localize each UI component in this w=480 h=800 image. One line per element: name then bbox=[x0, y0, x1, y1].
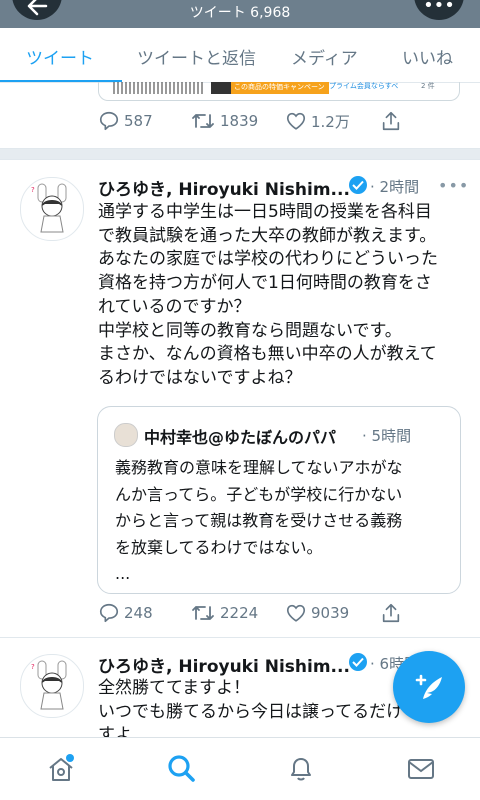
quoted-text: 義務教育の意味を理解してないアホがな んか言ってら。子どもが学校に行かない から… bbox=[115, 455, 403, 588]
compose-tweet-button[interactable] bbox=[393, 651, 465, 723]
quoted-text-line: からと言って親は教育を受けさせる義務 bbox=[115, 511, 403, 530]
tab-likes[interactable]: いいね bbox=[402, 44, 453, 69]
reply-count: 587 bbox=[124, 112, 153, 130]
author-name[interactable]: ひろゆき, Hiroyuki Nishim... bbox=[98, 175, 350, 200]
compose-feather-icon bbox=[415, 674, 442, 699]
more-dots-icon: ••• bbox=[423, 0, 455, 16]
bell-icon bbox=[291, 758, 311, 781]
reply-button[interactable]: 587 bbox=[98, 110, 153, 132]
reply-icon bbox=[99, 111, 119, 131]
home-icon bbox=[49, 754, 74, 781]
like-count: 1.2万 bbox=[311, 112, 350, 131]
retweet-count: 1839 bbox=[220, 112, 259, 130]
avatar-illustration-icon: ? bbox=[31, 183, 67, 233]
reply-button[interactable]: 248 bbox=[98, 602, 153, 624]
card-banner: この商品の特価キャンペーン bbox=[231, 82, 329, 94]
retweet-icon bbox=[192, 606, 214, 620]
heart-icon bbox=[286, 112, 306, 130]
messages-tab[interactable] bbox=[406, 754, 436, 784]
reply-icon bbox=[99, 603, 119, 623]
tweet-text-line: で教員試験を通った大卒の教師が教えます。 bbox=[98, 225, 437, 246]
retweet-icon bbox=[192, 114, 214, 128]
tab-media[interactable]: メディア bbox=[291, 44, 358, 69]
verified-badge-icon bbox=[349, 176, 367, 194]
tweet-timestamp[interactable]: · 2時間 bbox=[370, 176, 419, 197]
tweet-text-line: いつでも勝てるから今日は譲ってるだけ bbox=[98, 701, 404, 722]
quoted-author-name: 中村幸也@ゆたぼんのパパ bbox=[144, 428, 337, 447]
retweet-button[interactable]: 2224 bbox=[190, 602, 258, 624]
svg-text:?: ? bbox=[31, 186, 35, 194]
profile-header: ツイート 6,968 bbox=[0, 0, 480, 28]
share-button[interactable] bbox=[380, 602, 402, 624]
quoted-avatar bbox=[114, 423, 138, 447]
search-icon bbox=[168, 755, 195, 782]
tweet-text: 通学する中学生は一日5時間の授業を各科目 で教員試験を通った大卒の教師が教えます… bbox=[98, 201, 438, 391]
link-card-fragment[interactable]: この商品の特価キャンペーン プライム会員ならすべ 2 件 bbox=[98, 82, 460, 101]
reply-count: 248 bbox=[124, 604, 153, 622]
card-side-text: プライム会員ならすべ bbox=[329, 82, 399, 90]
tweet-text-line: るわけではないですよね？ bbox=[98, 367, 302, 388]
retweet-count: 2224 bbox=[220, 604, 259, 622]
quoted-text-line: ... bbox=[115, 564, 131, 583]
tweet-menu-icon[interactable]: ••• bbox=[438, 176, 469, 195]
verified-badge-icon bbox=[349, 653, 367, 671]
share-button[interactable] bbox=[380, 110, 402, 132]
tweet-text-line: れているのですか？ bbox=[98, 296, 251, 317]
back-arrow-icon bbox=[27, 0, 48, 16]
author-name[interactable]: ひろゆき, Hiroyuki Nishim... bbox=[98, 652, 350, 677]
like-button[interactable]: 1.2万 bbox=[285, 110, 350, 132]
like-button[interactable]: 9039 bbox=[285, 602, 349, 624]
tweet-count: ツイート 6,968 bbox=[189, 5, 291, 21]
quoted-text-line: 義務教育の意味を理解してないアホがな bbox=[115, 458, 403, 477]
quoted-text-line: を放棄してるわけではない。 bbox=[115, 537, 323, 557]
profile-tabs: ツイート ツイートと返信 メディア いいね bbox=[0, 28, 480, 83]
quoted-timestamp: · 5時間 bbox=[362, 427, 412, 445]
tweet-text-line: あなたの家庭では学校の代わりにどういった bbox=[98, 249, 438, 270]
tab-tweets[interactable]: ツイート bbox=[26, 44, 94, 69]
bottom-navigation bbox=[0, 737, 480, 800]
notifications-tab[interactable] bbox=[286, 753, 316, 783]
envelope-icon bbox=[408, 759, 434, 779]
share-icon bbox=[382, 111, 400, 131]
card-count: 2 件 bbox=[421, 82, 435, 90]
heart-icon bbox=[286, 604, 306, 622]
tweet-text-line: 全然勝ててますよ！ bbox=[98, 678, 251, 698]
quoted-text-line: んか言ってら。子どもが学校に行かない bbox=[115, 484, 403, 504]
retweet-button[interactable]: 1839 bbox=[190, 110, 258, 132]
tweet-text-line: 通学する中学生は一日5時間の授業を各科目 bbox=[98, 202, 432, 222]
timeline-separator bbox=[0, 148, 480, 160]
card-image-left bbox=[113, 82, 203, 94]
home-tab[interactable] bbox=[46, 754, 76, 784]
tweet-divider bbox=[0, 637, 480, 638]
tweet-text-line: 中学校と同等の教育なら問題ないです。 bbox=[98, 320, 402, 341]
like-count: 9039 bbox=[311, 604, 350, 622]
quoted-tweet-card[interactable]: 中村幸也@ゆたぼんのパパ · 5時間 義務教育の意味を理解してないアホがな んか… bbox=[97, 406, 461, 594]
svg-text:?: ? bbox=[31, 663, 35, 671]
avatar[interactable]: ? bbox=[20, 177, 84, 241]
share-icon bbox=[382, 603, 400, 623]
tab-tweets-and-replies[interactable]: ツイートと返信 bbox=[137, 44, 256, 69]
tweet-text-line: まさか、なんの資格も無い中卒の人が教えて bbox=[98, 344, 437, 365]
avatar-illustration-icon: ? bbox=[31, 660, 67, 710]
search-tab[interactable] bbox=[166, 753, 196, 783]
tweet-text-line: 資格を持つ方が何人で1日何時間の教育をさ bbox=[98, 273, 432, 294]
avatar[interactable]: ? bbox=[20, 654, 84, 718]
